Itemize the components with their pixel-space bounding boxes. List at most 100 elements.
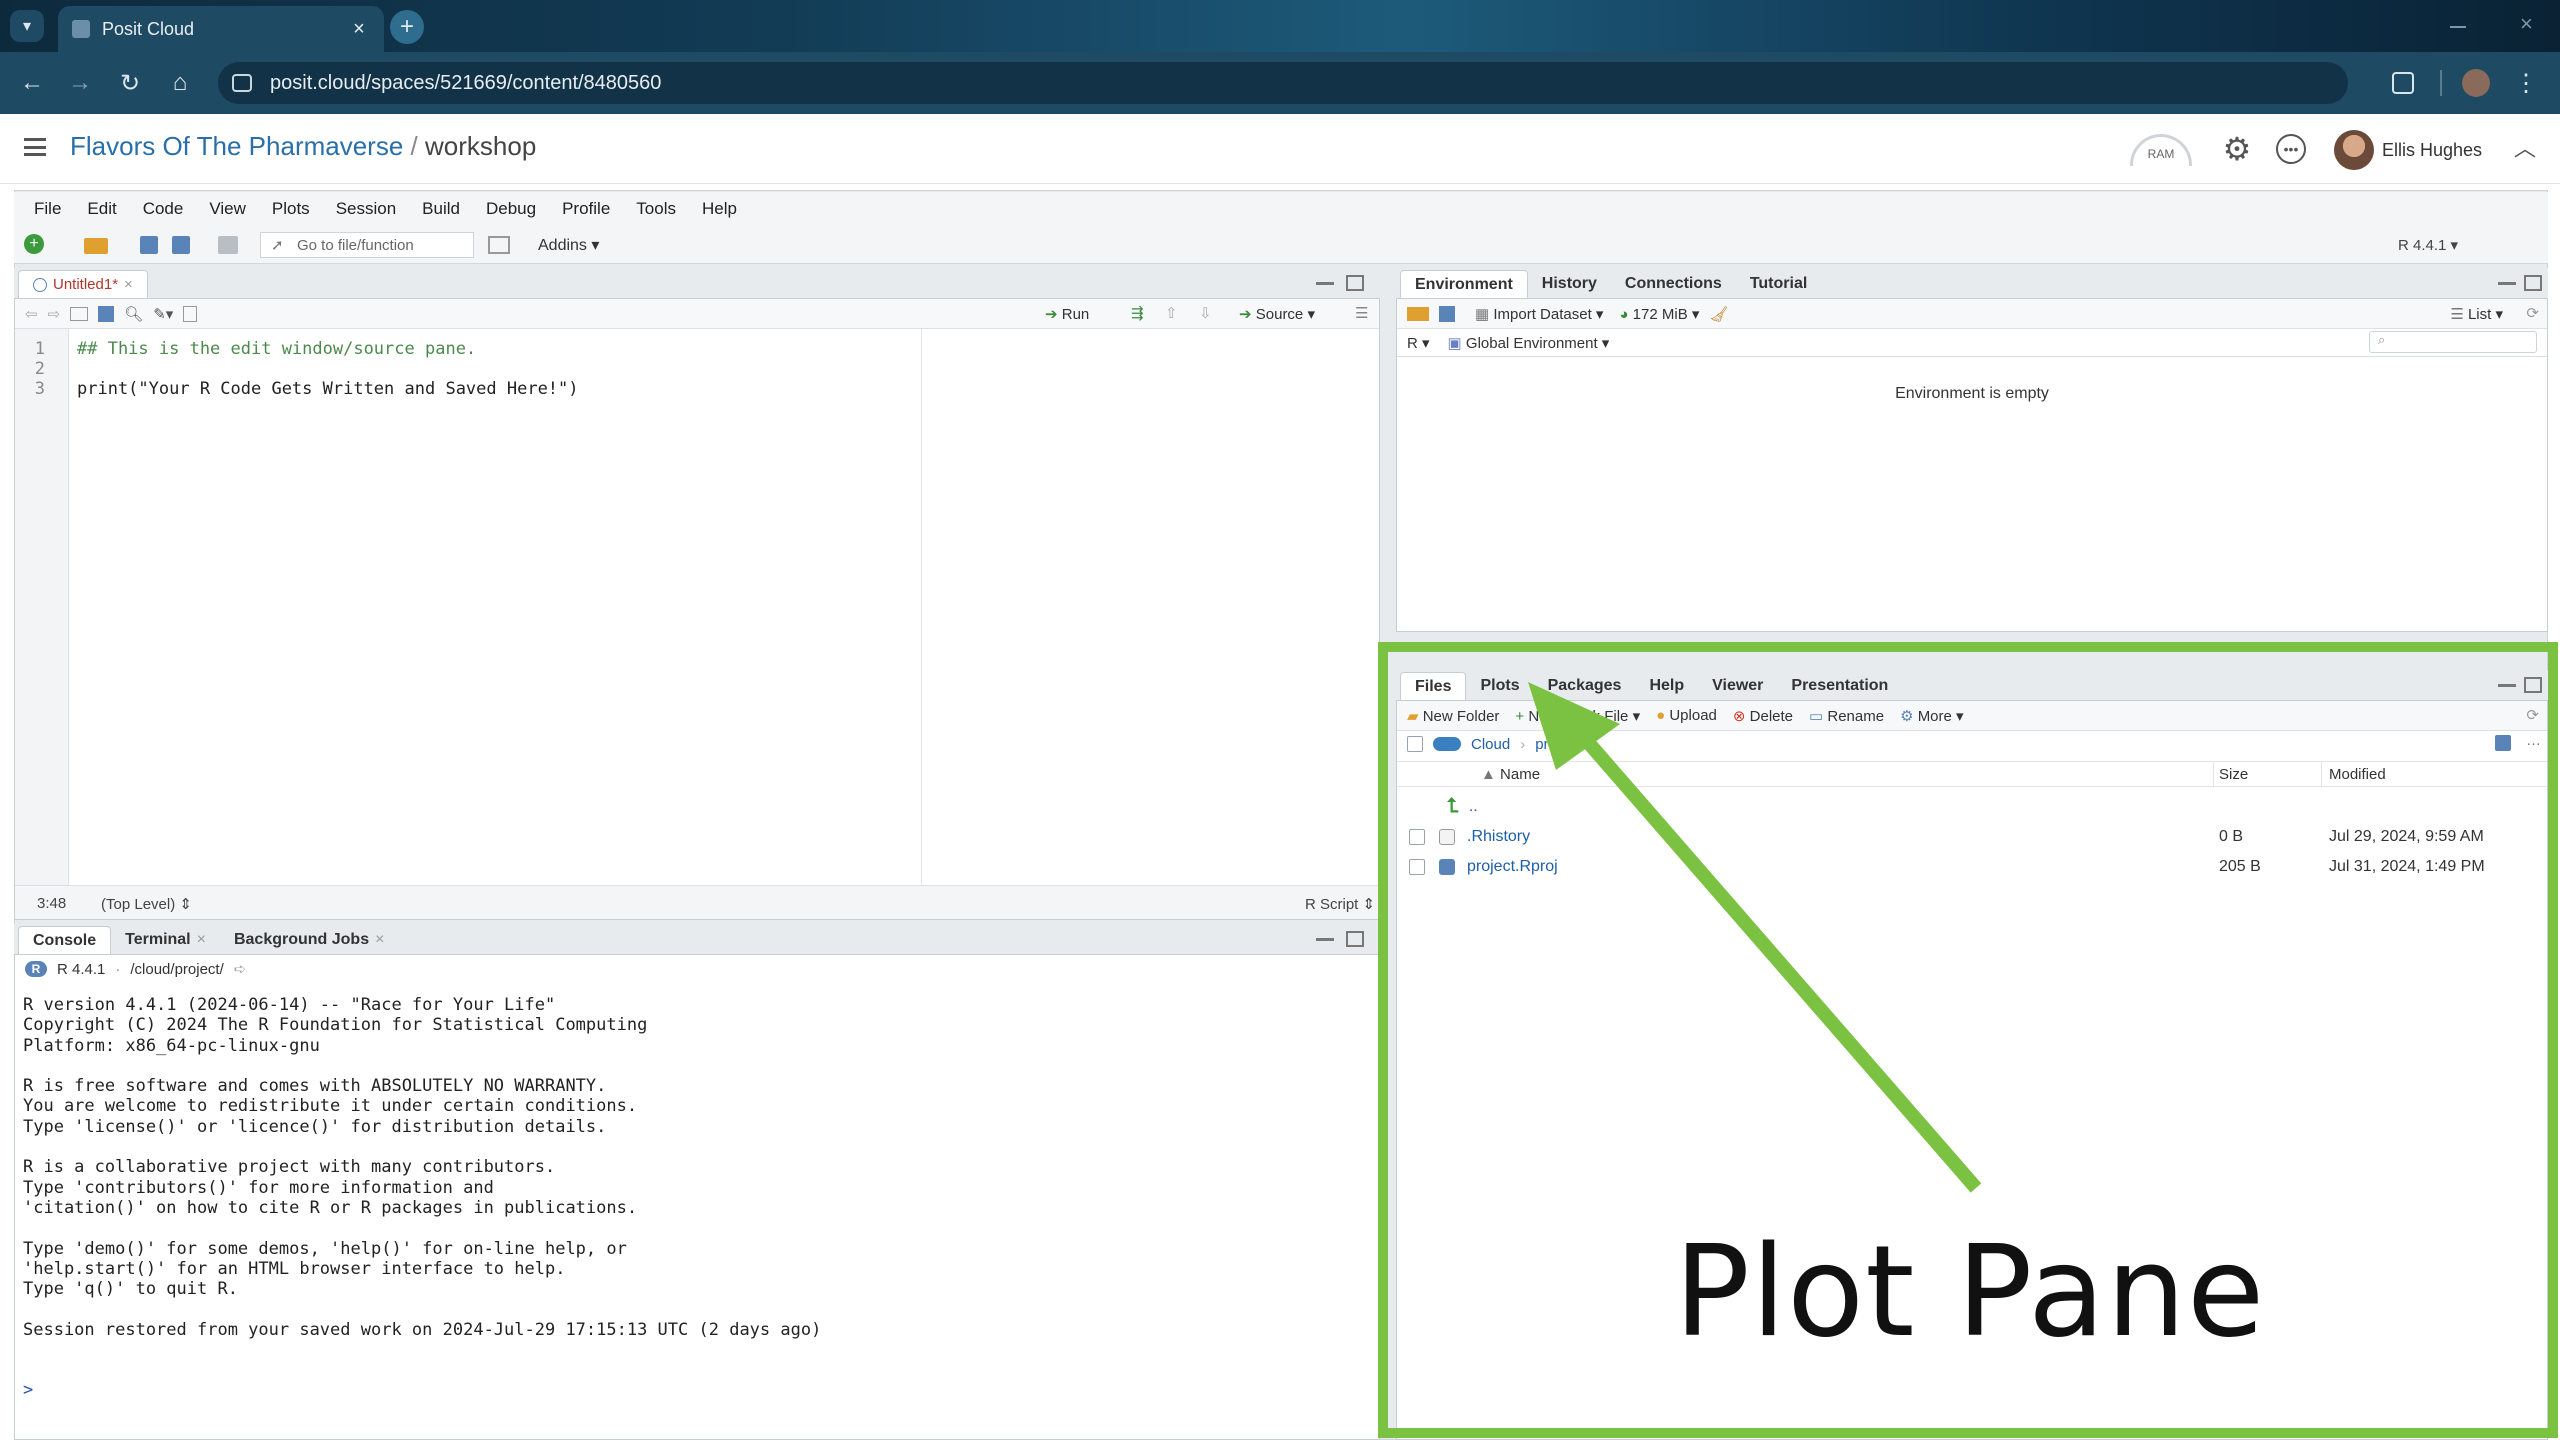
- back-nav-icon[interactable]: ⇦: [25, 305, 38, 323]
- go-up-icon[interactable]: ⇧: [1165, 304, 1178, 322]
- environment-search-input[interactable]: ⌕: [2369, 331, 2537, 353]
- code-tools-icon[interactable]: ✎▾: [153, 305, 173, 323]
- minimize-pane-icon[interactable]: [1316, 282, 1334, 285]
- cursor-position: 3:48: [37, 895, 67, 912]
- close-tab-icon[interactable]: ×: [348, 18, 370, 40]
- posit-favicon-icon: [72, 20, 90, 38]
- tab-tutorial[interactable]: Tutorial: [1736, 270, 1821, 298]
- menu-file[interactable]: File: [34, 199, 61, 219]
- rerun-icon[interactable]: ⇶: [1131, 304, 1144, 322]
- environment-toolbar: ▦ Import Dataset ▾ ◕ 172 MiB ▾ 🧹︎ ☰ List…: [1397, 299, 2547, 329]
- compile-report-icon[interactable]: [183, 305, 198, 322]
- url-field[interactable]: posit.cloud/spaces/521669/content/848056…: [218, 62, 2348, 104]
- maximize-pane-icon[interactable]: [1346, 931, 1364, 947]
- browser-menu-icon[interactable]: ⋮: [2506, 63, 2546, 103]
- tab-untitled1[interactable]: Untitled1* ×: [18, 270, 148, 298]
- project-name: workshop: [425, 131, 537, 161]
- source-button[interactable]: ➔ Source ▾: [1239, 305, 1315, 323]
- minimize-pane-icon[interactable]: [1316, 938, 1334, 941]
- language-menu[interactable]: R ▾: [1407, 334, 1430, 352]
- menu-debug[interactable]: Debug: [486, 199, 536, 219]
- go-down-icon[interactable]: ⇩: [1199, 304, 1212, 322]
- menu-session[interactable]: Session: [336, 199, 396, 219]
- home-icon[interactable]: ⌂: [160, 63, 200, 103]
- scope-menu[interactable]: (Top Level) ⇕: [101, 895, 192, 913]
- scope-label: Global Environment: [1465, 334, 1598, 352]
- clear-broom-icon[interactable]: 🧹︎: [1709, 305, 1728, 323]
- r-version-menu[interactable]: R 4.4.1 ▾: [2398, 236, 2458, 254]
- view-mode-menu[interactable]: ☰ List ▾: [2450, 305, 2503, 323]
- minimize-pane-icon[interactable]: [2498, 282, 2516, 285]
- forward-nav-icon[interactable]: ⇨: [48, 305, 61, 323]
- settings-gear-icon[interactable]: ⚙: [2220, 131, 2254, 167]
- load-workspace-icon[interactable]: [1407, 306, 1429, 321]
- console-path-sep: ·: [115, 960, 121, 978]
- close-tab-icon[interactable]: ×: [375, 931, 384, 949]
- tab-search-button[interactable]: ▾: [10, 10, 44, 42]
- close-tab-icon[interactable]: ×: [124, 276, 133, 293]
- user-avatar[interactable]: [2334, 130, 2374, 170]
- find-icon[interactable]: 🔍︎: [124, 305, 143, 323]
- hamburger-menu-icon[interactable]: [24, 138, 46, 156]
- import-dataset-button[interactable]: ▦ Import Dataset ▾: [1475, 305, 1603, 323]
- forward-icon[interactable]: →: [60, 63, 100, 103]
- collapse-header-icon[interactable]: ︿: [2512, 134, 2538, 161]
- code-line: 3 print("Your R Code Gets Written and Sav…: [15, 379, 1375, 399]
- tab-connections[interactable]: Connections: [1611, 270, 1736, 298]
- language-label: R: [1407, 334, 1418, 352]
- menu-plots[interactable]: Plots: [272, 199, 310, 219]
- menu-edit[interactable]: Edit: [87, 199, 116, 219]
- window-minimize-icon[interactable]: [2450, 26, 2466, 28]
- maximize-pane-icon[interactable]: [2524, 275, 2542, 291]
- browser-tab[interactable]: Posit Cloud ×: [58, 6, 384, 52]
- filetype-label: R Script: [1305, 896, 1359, 913]
- menu-profile[interactable]: Profile: [562, 199, 610, 219]
- back-icon[interactable]: ←: [12, 63, 52, 103]
- extensions-icon[interactable]: [2392, 72, 2414, 94]
- save-icon[interactable]: [140, 236, 158, 254]
- user-name[interactable]: Ellis Hughes: [2382, 140, 2482, 161]
- console-prompt[interactable]: >: [23, 1380, 33, 1400]
- tab-console[interactable]: Console: [18, 926, 112, 954]
- menu-build[interactable]: Build: [422, 199, 460, 219]
- ram-label: RAM: [2147, 147, 2175, 161]
- maximize-pane-icon[interactable]: [1346, 275, 1364, 291]
- tab-terminal[interactable]: Terminal ×: [111, 926, 220, 954]
- menu-tools[interactable]: Tools: [636, 199, 676, 219]
- open-file-icon[interactable]: [84, 238, 108, 254]
- scope-menu[interactable]: ▣ Global Environment ▾: [1448, 334, 1610, 352]
- save-all-icon[interactable]: [172, 236, 190, 254]
- goto-file-input[interactable]: ➚ Go to file/function: [260, 232, 474, 258]
- save-source-icon[interactable]: [98, 305, 115, 322]
- outline-icon[interactable]: ☰: [1355, 304, 1368, 322]
- save-workspace-icon[interactable]: [1439, 305, 1455, 322]
- new-tab-button[interactable]: +: [390, 10, 424, 44]
- more-options-icon[interactable]: •••: [2276, 134, 2306, 164]
- filetype-menu[interactable]: R Script ⇕: [1305, 895, 1375, 913]
- new-file-icon[interactable]: +: [24, 234, 44, 254]
- window-close-icon[interactable]: ×: [2520, 13, 2540, 35]
- run-button[interactable]: ➔ Run: [1045, 305, 1089, 323]
- refresh-icon[interactable]: ⟳: [2526, 304, 2539, 322]
- tab-background-jobs[interactable]: Background Jobs ×: [220, 926, 398, 954]
- profile-avatar[interactable]: [2462, 69, 2490, 97]
- code-editor[interactable]: 1 ## This is the edit window/source pane.…: [15, 339, 1375, 399]
- menu-code[interactable]: Code: [143, 199, 184, 219]
- tab-history[interactable]: History: [1528, 270, 1611, 298]
- grid-layout-icon[interactable]: [488, 236, 510, 254]
- memory-usage-button[interactable]: ◕ 172 MiB ▾: [1619, 305, 1699, 323]
- url-text: posit.cloud/spaces/521669/content/848056…: [270, 71, 662, 94]
- menu-help[interactable]: Help: [702, 199, 737, 219]
- tab-environment[interactable]: Environment: [1400, 270, 1528, 298]
- addins-menu[interactable]: Addins ▾: [538, 235, 599, 255]
- code-line: 2: [15, 359, 1375, 379]
- space-link[interactable]: Flavors Of The Pharmaverse: [70, 131, 403, 161]
- go-to-directory-icon[interactable]: ➪: [234, 960, 247, 978]
- console-path: /cloud/project/: [130, 960, 224, 978]
- show-in-window-icon[interactable]: [70, 306, 89, 321]
- close-tab-icon[interactable]: ×: [197, 931, 206, 949]
- menu-view[interactable]: View: [209, 199, 246, 219]
- reload-icon[interactable]: ↻: [110, 63, 150, 103]
- print-icon[interactable]: [218, 236, 238, 254]
- site-info-icon[interactable]: [232, 74, 252, 92]
